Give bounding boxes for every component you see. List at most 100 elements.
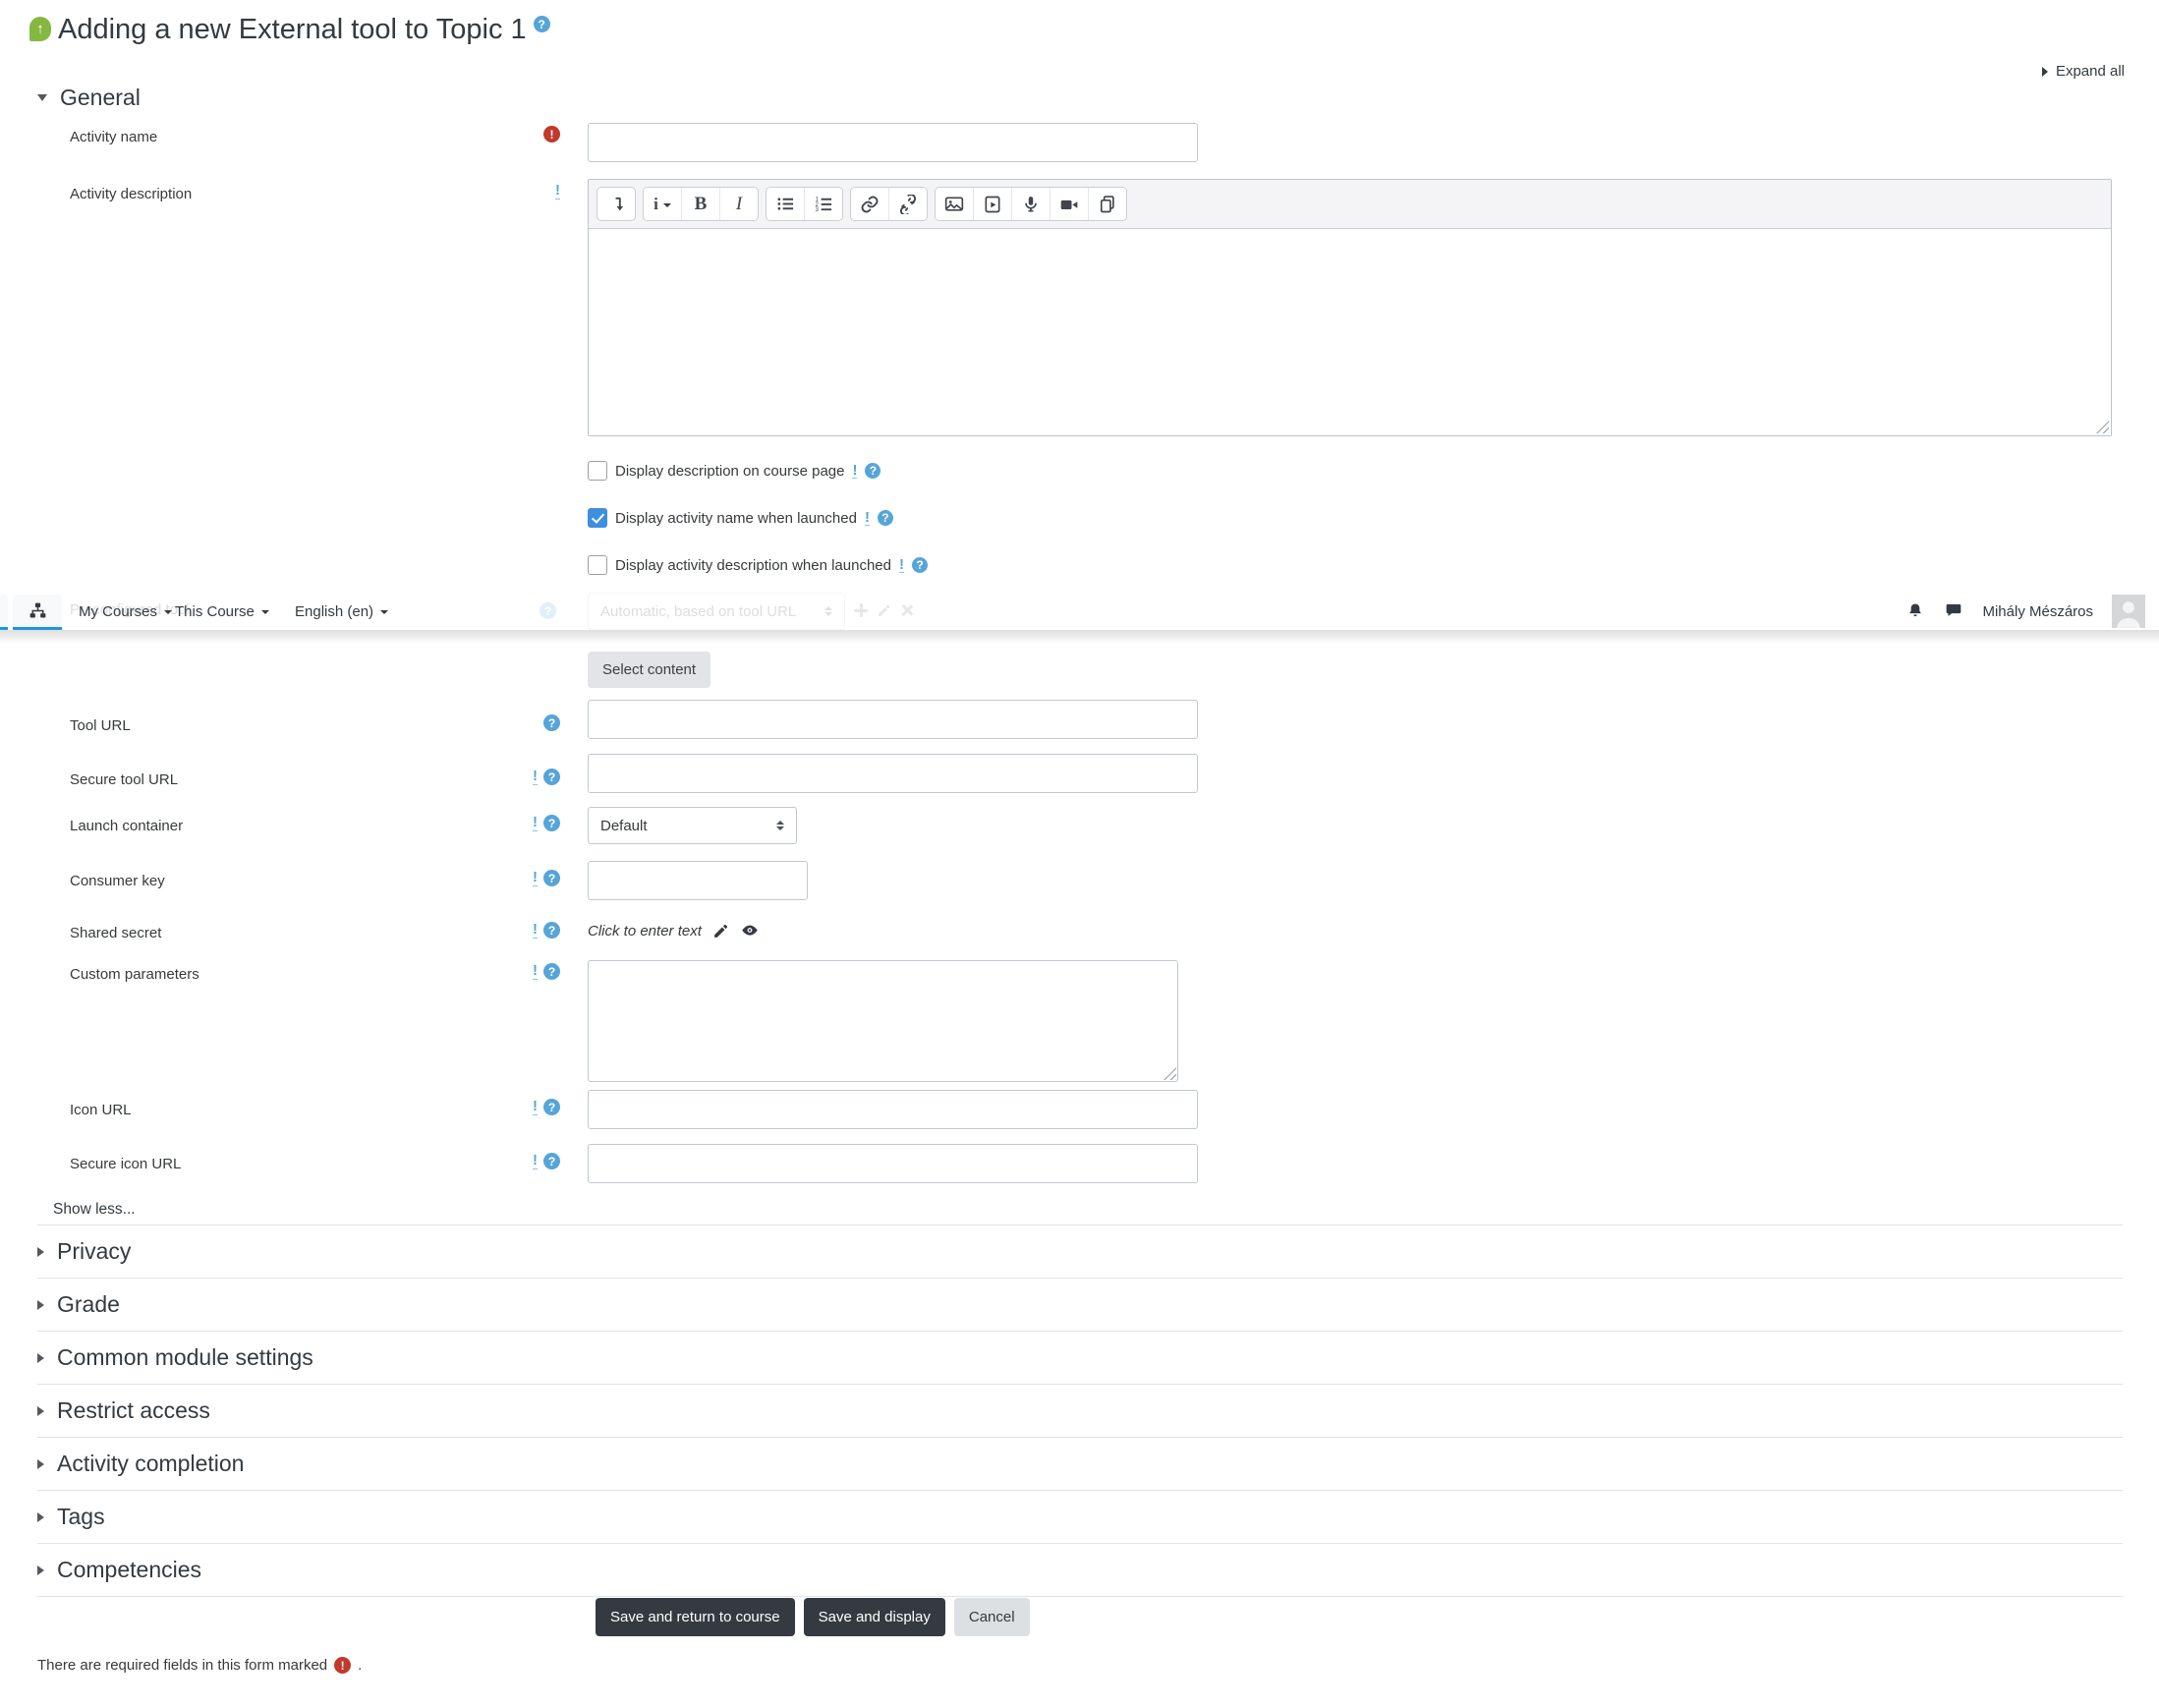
warning-icon: ! bbox=[898, 555, 904, 574]
nav-my-courses[interactable]: My Courses bbox=[79, 593, 173, 630]
toolbar-toggle-icon[interactable] bbox=[597, 188, 635, 220]
warning-icon: ! bbox=[533, 768, 538, 785]
custom-parameters-textarea[interactable] bbox=[588, 960, 1178, 1082]
insert-media-icon[interactable] bbox=[973, 188, 1011, 220]
record-audio-icon[interactable] bbox=[1011, 188, 1050, 220]
unordered-list-icon[interactable] bbox=[767, 188, 804, 220]
help-icon[interactable]: ? bbox=[865, 463, 881, 479]
required-icon: ! bbox=[543, 126, 560, 142]
section-grade[interactable]: Grade bbox=[37, 1278, 2123, 1331]
cancel-button[interactable]: Cancel bbox=[953, 1598, 1030, 1636]
section-activity-completion[interactable]: Activity completion bbox=[37, 1437, 2123, 1490]
warning-icon: ! bbox=[533, 962, 538, 980]
collapse-triangle-icon bbox=[37, 94, 47, 101]
display-activity-description-checkbox[interactable] bbox=[588, 555, 607, 575]
editor-toolbar: i B I 123 bbox=[589, 180, 2111, 229]
expand-all-triangle-icon bbox=[2041, 66, 2048, 77]
consumer-key-input[interactable] bbox=[588, 861, 808, 900]
shared-secret-edit-text[interactable]: Click to enter text bbox=[588, 923, 702, 939]
section-restrict-access[interactable]: Restrict access bbox=[37, 1384, 2123, 1437]
navbar-tab-sitemap[interactable] bbox=[13, 595, 62, 630]
help-icon[interactable]: ? bbox=[911, 557, 928, 573]
manage-files-icon[interactable] bbox=[1088, 188, 1126, 220]
collapse-triangle-icon bbox=[37, 1511, 44, 1522]
section-tags[interactable]: Tags bbox=[37, 1490, 2123, 1543]
show-less-link[interactable]: Show less... bbox=[53, 1201, 136, 1219]
display-description-label: Display description on course page bbox=[615, 462, 845, 480]
warning-icon: ! bbox=[864, 508, 870, 527]
chevron-down-icon bbox=[380, 610, 389, 614]
ordered-list-icon[interactable]: 123 bbox=[804, 188, 842, 220]
required-icon: ! bbox=[334, 1657, 352, 1674]
tool-url-input[interactable] bbox=[588, 700, 1198, 739]
external-tool-icon: ↑ bbox=[29, 17, 51, 41]
up-arrow-glyph: ↑ bbox=[36, 21, 44, 37]
nav-my-courses-label: My Courses bbox=[79, 602, 158, 620]
display-activity-name-label: Display activity name when launched bbox=[615, 509, 857, 527]
secure-icon-url-label: Secure icon URL bbox=[70, 1156, 182, 1172]
tool-url-label: Tool URL bbox=[70, 717, 131, 734]
section-common-module-settings[interactable]: Common module settings bbox=[37, 1331, 2123, 1384]
nav-this-course[interactable]: This Course bbox=[175, 593, 269, 630]
insert-image-icon[interactable] bbox=[936, 188, 973, 220]
shared-secret-label: Shared secret bbox=[70, 925, 162, 941]
messages-chat-icon[interactable] bbox=[1944, 601, 1963, 621]
editor-content-area[interactable] bbox=[589, 229, 2111, 435]
record-video-icon[interactable] bbox=[1050, 188, 1088, 220]
navbar-shadow bbox=[0, 630, 2159, 645]
save-display-button[interactable]: Save and display bbox=[803, 1598, 945, 1636]
help-icon[interactable]: ? bbox=[543, 963, 560, 980]
unlink-icon[interactable] bbox=[888, 188, 927, 220]
help-icon[interactable]: ? bbox=[543, 922, 560, 939]
notifications-bell-icon[interactable] bbox=[1905, 601, 1925, 621]
nav-this-course-label: This Course bbox=[175, 602, 255, 620]
title-help-icon[interactable]: ? bbox=[533, 16, 550, 32]
help-icon[interactable]: ? bbox=[543, 815, 560, 831]
nav-language[interactable]: English (en) bbox=[295, 593, 389, 630]
avatar[interactable] bbox=[2112, 595, 2145, 628]
pencil-icon[interactable] bbox=[712, 923, 729, 939]
warning-icon: ! bbox=[533, 921, 538, 939]
page-title: Adding a new External tool to Topic 1 bbox=[58, 14, 527, 45]
activity-name-input[interactable] bbox=[588, 123, 1198, 162]
warning-icon: ! bbox=[533, 814, 538, 831]
secure-icon-url-input[interactable] bbox=[588, 1144, 1198, 1183]
chevron-down-icon bbox=[164, 610, 173, 614]
help-icon[interactable]: ? bbox=[543, 714, 560, 731]
select-content-button[interactable]: Select content bbox=[588, 652, 711, 688]
expand-all-label: Expand all bbox=[2055, 63, 2125, 80]
activity-name-label: Activity name bbox=[70, 129, 158, 145]
eye-icon[interactable] bbox=[740, 921, 760, 940]
paragraph-styles-icon[interactable]: i bbox=[644, 188, 681, 220]
help-icon[interactable]: ? bbox=[543, 870, 560, 886]
launch-container-select[interactable]: Default bbox=[588, 807, 797, 844]
shared-secret-row: Click to enter text bbox=[588, 921, 760, 940]
save-return-button[interactable]: Save and return to course bbox=[596, 1598, 795, 1636]
form-actions: Save and return to course Save and displ… bbox=[596, 1598, 1030, 1636]
section-general-header[interactable]: General bbox=[37, 85, 141, 111]
required-fields-note: There are required fields in this form m… bbox=[37, 1657, 363, 1674]
warning-icon: ! bbox=[555, 182, 560, 199]
navbar-tab-partial[interactable] bbox=[0, 595, 8, 630]
help-icon[interactable]: ? bbox=[877, 510, 893, 526]
secure-tool-url-input[interactable] bbox=[588, 754, 1198, 793]
expand-all-link[interactable]: Expand all bbox=[2041, 63, 2125, 80]
display-description-checkbox[interactable] bbox=[588, 461, 607, 481]
user-name[interactable]: Mihály Mészáros bbox=[1982, 603, 2093, 620]
display-activity-name-checkbox[interactable] bbox=[588, 508, 607, 528]
link-icon[interactable] bbox=[851, 188, 888, 220]
resize-grip-icon[interactable] bbox=[2096, 421, 2109, 433]
collapse-triangle-icon bbox=[37, 1405, 44, 1416]
display-activity-name-row: Display activity name when launched ! ? bbox=[588, 508, 893, 528]
display-activity-description-label: Display activity description when launch… bbox=[615, 556, 891, 574]
section-privacy[interactable]: Privacy bbox=[37, 1224, 2123, 1278]
bold-icon[interactable]: B bbox=[681, 188, 719, 220]
icon-url-input[interactable] bbox=[588, 1090, 1198, 1129]
help-icon[interactable]: ? bbox=[543, 1099, 560, 1115]
help-icon[interactable]: ? bbox=[543, 769, 560, 785]
italic-icon[interactable]: I bbox=[719, 188, 758, 220]
section-competencies[interactable]: Competencies bbox=[37, 1543, 2123, 1596]
svg-text:3: 3 bbox=[815, 206, 819, 213]
help-icon[interactable]: ? bbox=[543, 1153, 560, 1169]
activity-description-editor: i B I 123 bbox=[588, 179, 2112, 436]
